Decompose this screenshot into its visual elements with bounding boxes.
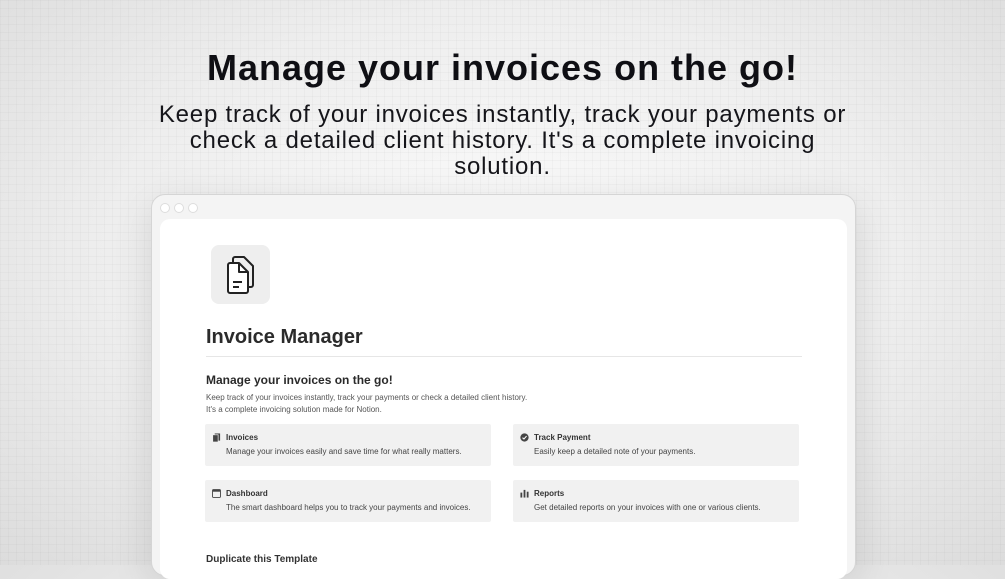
card-dashboard[interactable]: Dashboard The smart dashboard helps you … xyxy=(205,480,491,522)
check-circle-icon xyxy=(520,433,529,442)
hero-title: Manage your invoices on the go! xyxy=(206,47,799,88)
window-controls xyxy=(160,203,198,213)
card-text: Easily keep a detailed note of your paym… xyxy=(534,447,696,456)
card-reports[interactable]: Reports Get detailed reports on your inv… xyxy=(513,480,799,522)
description-line: It's a complete invoicing solution made … xyxy=(206,405,382,414)
document-copy-icon[interactable] xyxy=(211,245,270,304)
window-dot-maximize[interactable] xyxy=(188,203,198,213)
card-text: The smart dashboard helps you to track y… xyxy=(226,503,471,512)
card-track-payment[interactable]: Track Payment Easily keep a detailed not… xyxy=(513,424,799,466)
bar-chart-icon xyxy=(520,489,529,498)
browser-window-icon xyxy=(212,489,221,498)
card-invoices[interactable]: Invoices Manage your invoices easily and… xyxy=(205,424,491,466)
notion-page: Invoice Manager Manage your invoices on … xyxy=(160,219,847,579)
window-dot-close[interactable] xyxy=(160,203,170,213)
section-heading: Manage your invoices on the go! xyxy=(206,373,393,387)
card-title: Reports xyxy=(534,489,565,498)
page-description: Keep track of your invoices instantly, t… xyxy=(206,392,527,416)
card-title: Track Payment xyxy=(534,433,591,442)
pages-icon xyxy=(212,433,221,442)
divider xyxy=(206,356,802,357)
page-title: Invoice Manager xyxy=(206,326,363,348)
card-text: Manage your invoices easily and save tim… xyxy=(226,447,462,456)
hero-subtitle: Keep track of your invoices instantly, t… xyxy=(158,101,847,180)
window-dot-minimize[interactable] xyxy=(174,203,184,213)
duplicate-template-link[interactable]: Duplicate this Template xyxy=(206,554,318,565)
card-title: Dashboard xyxy=(226,489,268,498)
app-window: Invoice Manager Manage your invoices on … xyxy=(151,194,856,579)
card-text: Get detailed reports on your invoices wi… xyxy=(534,503,761,512)
description-line: Keep track of your invoices instantly, t… xyxy=(206,393,528,402)
card-title: Invoices xyxy=(226,433,259,442)
